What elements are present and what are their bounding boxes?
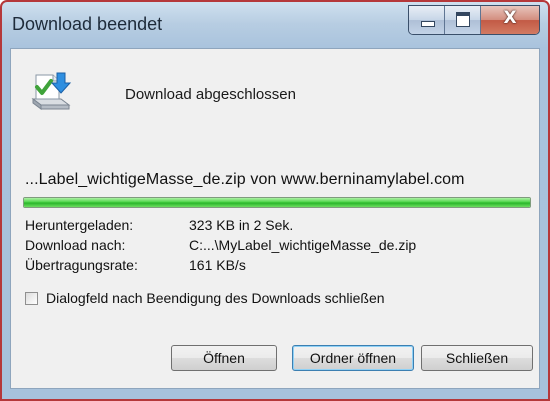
close-icon: X: [503, 8, 517, 28]
download-dialog-window: Download beendet X Download abgeschlosse…: [0, 0, 550, 401]
info-value-downloaded: 323 KB in 2 Sek.: [189, 217, 294, 233]
dialog-body: Download abgeschlossen ...Label_wichtige…: [10, 48, 540, 389]
maximize-button[interactable]: [445, 6, 481, 34]
caption-buttons: X: [408, 5, 540, 35]
download-info-table: Heruntergeladen: 323 KB in 2 Sek. Downlo…: [25, 217, 416, 277]
info-label-destination: Download nach:: [25, 237, 126, 253]
status-header: [27, 69, 73, 115]
info-row-destination: Download nach: C:...\MyLabel_wichtigeMas…: [25, 237, 416, 257]
info-value-rate: 161 KB/s: [189, 257, 246, 273]
title-bar[interactable]: Download beendet X: [2, 2, 548, 48]
download-progress-bar: [23, 197, 531, 208]
maximize-icon: [456, 12, 470, 27]
close-button[interactable]: Schließen: [421, 345, 533, 371]
info-label-downloaded: Heruntergeladen:: [25, 217, 134, 233]
info-row-downloaded: Heruntergeladen: 323 KB in 2 Sek.: [25, 217, 416, 237]
minimize-icon: [421, 21, 435, 27]
close-window-button[interactable]: X: [481, 6, 539, 34]
close-dialog-option[interactable]: Dialogfeld nach Beendigung des Downloads…: [25, 290, 385, 306]
download-status-text: Download abgeschlossen: [125, 86, 296, 103]
open-file-button[interactable]: Öffnen: [171, 345, 277, 371]
download-complete-icon: [27, 69, 73, 115]
minimize-button[interactable]: [409, 6, 445, 34]
progress-fill: [24, 198, 530, 207]
close-dialog-checkbox[interactable]: [25, 291, 38, 305]
info-value-destination: C:...\MyLabel_wichtigeMasse_de.zip: [189, 237, 417, 253]
open-folder-button[interactable]: Ordner öffnen: [292, 345, 414, 371]
file-source-line: ...Label_wichtigeMasse_de.zip von www.be…: [25, 171, 465, 188]
info-label-rate: Übertragungsrate:: [25, 257, 138, 273]
info-row-rate: Übertragungsrate: 161 KB/s: [25, 257, 416, 277]
window-title: Download beendet: [12, 14, 163, 34]
close-dialog-checkbox-label[interactable]: Dialogfeld nach Beendigung des Downloads…: [46, 290, 385, 306]
